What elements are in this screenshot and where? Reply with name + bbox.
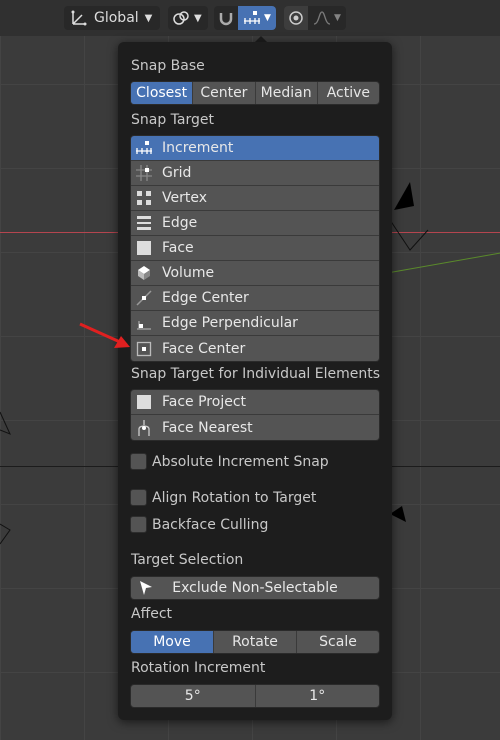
snap-target-edge[interactable]: Edge: [131, 211, 379, 236]
snap-face-center-icon: [135, 340, 153, 358]
affect-label: Affect: [131, 606, 173, 622]
checkbox-box[interactable]: [130, 453, 147, 470]
annotation-arrow-icon: [79, 322, 130, 348]
affect-selector: Move Rotate Scale: [130, 630, 380, 654]
checkbox-label: Absolute Increment Snap: [152, 453, 329, 470]
snap-base-closest[interactable]: Closest: [131, 82, 194, 104]
camera-object: [0, 411, 11, 435]
snap-base-center[interactable]: Center: [193, 82, 256, 104]
cursor-arrow-icon: [137, 579, 155, 597]
snap-volume-icon: [135, 264, 153, 282]
individual-elements-label: Snap Target for Individual Elements: [131, 366, 381, 382]
snap-target-face[interactable]: Face: [131, 236, 379, 261]
pivot-point-dropdown[interactable]: ▼: [168, 6, 208, 30]
camera-object: [0, 523, 11, 545]
exclude-non-selectable-label: Exclude Non-Selectable: [172, 580, 338, 596]
checkbox-label: Backface Culling: [152, 516, 269, 533]
grid-line: [0, 466, 120, 467]
snap-face-nearest-icon: [135, 419, 153, 437]
snap-increment-icon: [244, 11, 261, 24]
snapping-controls: ▼: [214, 6, 276, 30]
transform-orientation-icon: [70, 9, 88, 27]
snap-target-volume[interactable]: Volume: [131, 261, 379, 286]
chevron-down-icon: ▼: [144, 12, 153, 24]
snap-base-median[interactable]: Median: [256, 82, 318, 104]
affect-rotate[interactable]: Rotate: [214, 631, 297, 653]
snap-target-grid[interactable]: Grid: [131, 161, 379, 186]
proportional-editing-controls: ▼: [284, 6, 346, 30]
snap-target-label-text: Edge Center: [162, 290, 249, 306]
snap-target-label: Snap Target: [131, 112, 214, 128]
chevron-down-icon: ▼: [194, 12, 202, 24]
snap-face-project[interactable]: Face Project: [131, 390, 379, 415]
rotation-increment-label: Rotation Increment: [131, 660, 266, 676]
snap-edge-center-icon: [135, 289, 153, 307]
individual-elements-list: Face Project Face Nearest: [130, 389, 380, 441]
backface-culling-checkbox[interactable]: Backface Culling: [130, 516, 268, 533]
rotation-increment-field[interactable]: 5°: [131, 685, 256, 707]
checkbox-box[interactable]: [130, 516, 147, 533]
snap-target-label-text: Face: [162, 240, 194, 256]
snap-vertex-icon: [135, 189, 153, 207]
snap-target-vertex[interactable]: Vertex: [131, 186, 379, 211]
snap-face-project-icon: [135, 393, 153, 411]
snap-face-icon: [135, 239, 153, 257]
snap-target-label-text: Grid: [162, 165, 192, 181]
falloff-dropdown[interactable]: ▼: [308, 6, 346, 30]
snap-base-active[interactable]: Active: [318, 82, 379, 104]
snap-target-label-text: Face Center: [162, 340, 246, 357]
exclude-non-selectable-button[interactable]: Exclude Non-Selectable: [130, 576, 380, 600]
align-rotation-checkbox[interactable]: Align Rotation to Target: [130, 489, 316, 506]
rotation-increment-precision-field[interactable]: 1°: [256, 685, 380, 707]
individual-label-text: Face Project: [162, 394, 247, 410]
snap-face-nearest[interactable]: Face Nearest: [131, 415, 379, 440]
proportional-editing-icon[interactable]: [284, 6, 308, 30]
snap-target-face-center[interactable]: Face Center: [131, 336, 379, 361]
snap-element-dropdown[interactable]: ▼: [238, 6, 276, 30]
snap-edge-icon: [135, 214, 153, 232]
individual-label-text: Face Nearest: [162, 419, 253, 436]
snapping-popover: Snap Base Closest Center Median Active S…: [118, 42, 392, 720]
chevron-down-icon: ▼: [334, 13, 341, 23]
snap-target-label-text: Edge: [162, 215, 198, 231]
transform-orientation-label: Global: [94, 10, 139, 26]
snap-target-edge-center[interactable]: Edge Center: [131, 286, 379, 311]
snap-target-increment[interactable]: Increment: [131, 136, 379, 161]
snap-increment-icon: [135, 139, 153, 157]
snap-target-label-text: Increment: [162, 140, 234, 156]
magnet-icon[interactable]: [214, 6, 238, 30]
snap-target-label-text: Edge Perpendicular: [162, 315, 298, 331]
camera-object: [390, 182, 429, 251]
snap-target-label-text: Vertex: [162, 190, 208, 206]
x-axis-line: [0, 232, 120, 233]
checkbox-label: Align Rotation to Target: [152, 489, 317, 506]
snap-grid-icon: [135, 164, 153, 182]
transform-orientation-dropdown[interactable]: Global ▼: [64, 6, 160, 30]
snap-target-label-text: Volume: [162, 265, 215, 281]
rotation-increment-fields: 5° 1°: [130, 684, 380, 708]
absolute-increment-snap-checkbox[interactable]: Absolute Increment Snap: [130, 453, 329, 470]
snap-base-label: Snap Base: [131, 58, 205, 74]
affect-scale[interactable]: Scale: [297, 631, 379, 653]
snap-edge-perpendicular-icon: [135, 314, 153, 332]
viewport-header: Global ▼ ▼ ▼ ▼: [0, 0, 500, 36]
chevron-down-icon: ▼: [264, 13, 271, 23]
snap-target-list: Increment Grid Vertex Edge Face Volume E…: [130, 135, 380, 362]
falloff-curve-icon: [313, 11, 331, 25]
grid-line: [390, 466, 500, 467]
affect-move[interactable]: Move: [131, 631, 214, 653]
target-selection-label: Target Selection: [131, 552, 244, 568]
pivot-point-icon: [172, 9, 190, 27]
snap-base-selector: Closest Center Median Active: [130, 81, 380, 105]
checkbox-box[interactable]: [130, 489, 147, 506]
snap-target-edge-perpendicular[interactable]: Edge Perpendicular: [131, 311, 379, 336]
